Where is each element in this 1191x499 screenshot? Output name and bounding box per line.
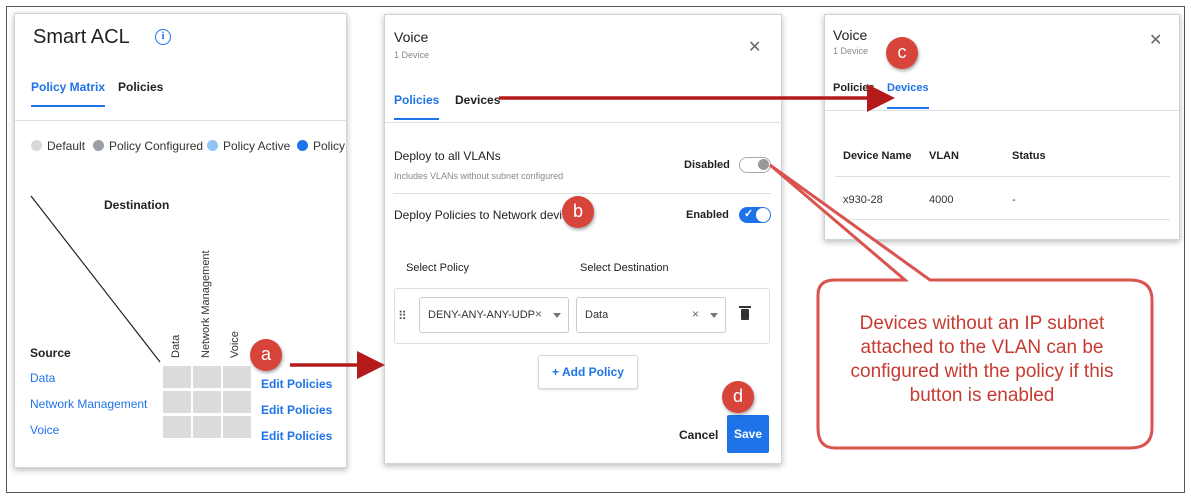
callout-text: Devices without an IP subnet attached to…: [850, 313, 1114, 406]
annotation-arrows: [290, 84, 1154, 450]
annotation-badge-c: c: [886, 37, 918, 69]
annotation-badge-d: d: [722, 381, 754, 413]
annotation-badge-b: b: [562, 196, 594, 228]
annotation-badge-a: a: [250, 339, 282, 371]
